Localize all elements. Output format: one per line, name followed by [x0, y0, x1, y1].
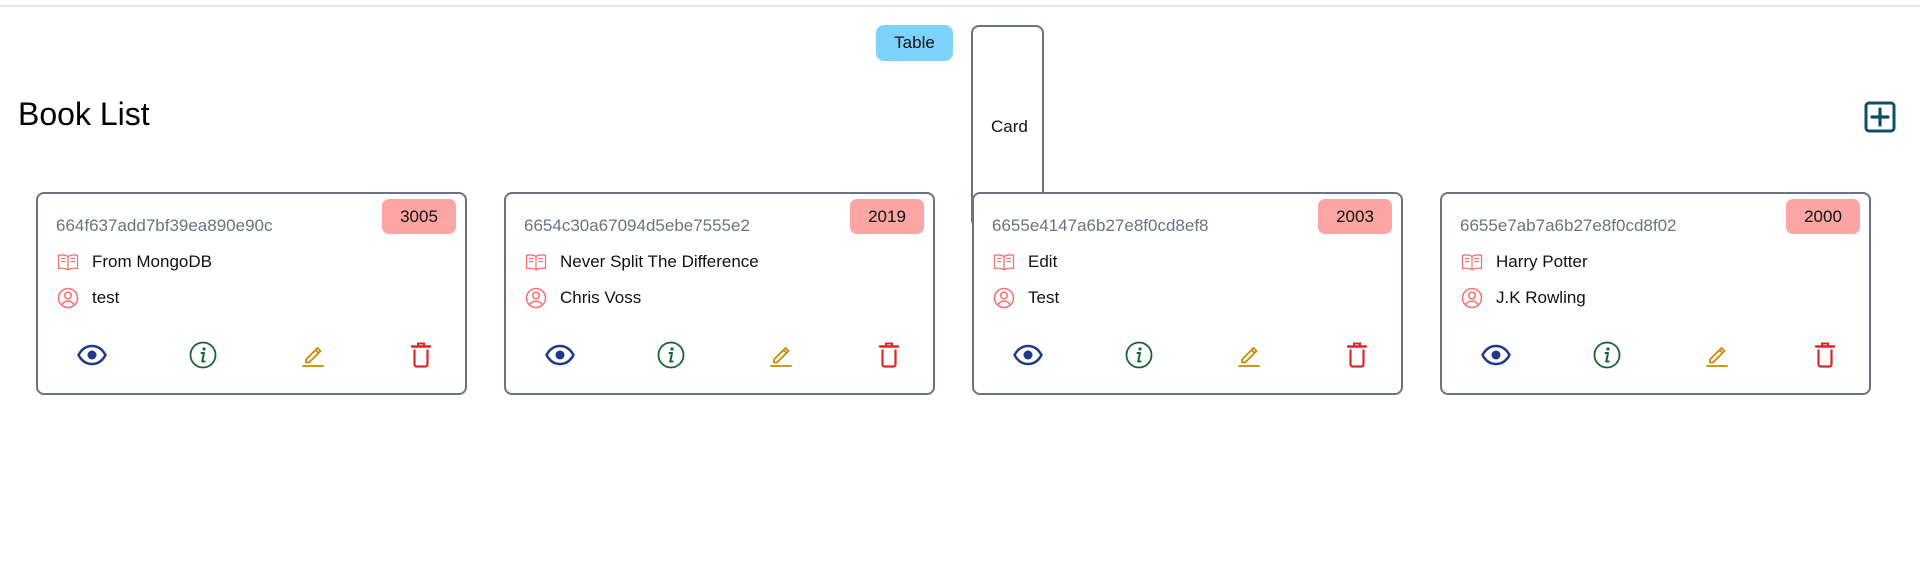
delete-book-button[interactable] [1341, 339, 1373, 371]
top-divider [0, 5, 1920, 7]
book-card: 3005 664f637add7bf39ea890e90c From Mongo… [36, 192, 467, 395]
edit-book-button[interactable] [297, 339, 329, 371]
eye-icon [1013, 344, 1043, 366]
delete-book-button[interactable] [405, 339, 437, 371]
user-circle-icon [524, 286, 548, 310]
delete-book-button[interactable] [1809, 339, 1841, 371]
table-view-button[interactable]: Table [876, 25, 953, 61]
show-book-button[interactable] [76, 339, 108, 371]
book-title: Harry Potter [1496, 252, 1588, 271]
pencil-icon [770, 347, 792, 367]
eye-icon [545, 344, 575, 366]
book-title: From MongoDB [92, 252, 212, 271]
author-row: test [56, 286, 119, 310]
book-title: Never Split The Difference [560, 252, 759, 271]
title-row: Harry Potter [1460, 250, 1588, 274]
user-circle-icon [992, 286, 1016, 310]
page-title: Book List [18, 96, 150, 132]
pencil-icon [1238, 347, 1260, 367]
show-book-button[interactable] [1012, 339, 1044, 371]
user-circle-icon [1460, 286, 1484, 310]
title-row: Never Split The Difference [524, 250, 759, 274]
author-row: Test [992, 286, 1059, 310]
title-row: From MongoDB [56, 250, 212, 274]
pencil-icon [1706, 347, 1728, 367]
info-book-button[interactable] [1591, 339, 1623, 371]
book-id: 6655e4147a6b27e8f0cd8ef8 [992, 216, 1209, 235]
book-author: J.K Rowling [1496, 288, 1586, 307]
open-book-icon [1460, 250, 1484, 274]
book-card: 2019 6654c30a67094d5ebe7555e2 Never Spli… [504, 192, 935, 395]
show-book-button[interactable] [544, 339, 576, 371]
book-id: 6655e7ab7a6b27e8f0cd8f02 [1460, 216, 1677, 235]
edit-book-button[interactable] [765, 339, 797, 371]
book-author: Chris Voss [560, 288, 642, 307]
year-badge: 2019 [850, 199, 924, 234]
user-circle-icon [56, 286, 80, 310]
open-book-icon [992, 250, 1016, 274]
info-book-button[interactable] [655, 339, 687, 371]
author-row: Chris Voss [524, 286, 641, 310]
info-circle-icon [189, 341, 217, 369]
year-badge: 2000 [1786, 199, 1860, 234]
trash-icon [878, 342, 900, 368]
eye-icon [77, 344, 107, 366]
book-author: Test [1028, 288, 1060, 307]
edit-book-button[interactable] [1233, 339, 1265, 371]
year-badge: 2003 [1318, 199, 1392, 234]
trash-icon [1346, 342, 1368, 368]
open-book-icon [56, 250, 80, 274]
eye-icon [1481, 344, 1511, 366]
book-id: 6654c30a67094d5ebe7555e2 [524, 216, 750, 235]
card-actions [1442, 339, 1869, 371]
delete-book-button[interactable] [873, 339, 905, 371]
info-book-button[interactable] [187, 339, 219, 371]
plus-square-icon [1864, 101, 1896, 133]
book-card: 2000 6655e7ab7a6b27e8f0cd8f02 Harry Pott… [1440, 192, 1871, 395]
book-id: 664f637add7bf39ea890e90c [56, 216, 273, 235]
pencil-icon [302, 347, 324, 367]
title-row: Edit [992, 250, 1057, 274]
card-actions [974, 339, 1401, 371]
info-circle-icon [657, 341, 685, 369]
trash-icon [1814, 342, 1836, 368]
book-card: 2003 6655e4147a6b27e8f0cd8ef8 Edit Test [972, 192, 1403, 395]
trash-icon [410, 342, 432, 368]
edit-book-button[interactable] [1701, 339, 1733, 371]
book-author: test [92, 288, 120, 307]
book-card-list: 3005 664f637add7bf39ea890e90c From Mongo… [36, 192, 1871, 395]
card-actions [38, 339, 465, 371]
info-circle-icon [1125, 341, 1153, 369]
author-row: J.K Rowling [1460, 286, 1586, 310]
year-badge: 3005 [382, 199, 456, 234]
open-book-icon [524, 250, 548, 274]
info-circle-icon [1593, 341, 1621, 369]
book-title: Edit [1028, 252, 1058, 271]
card-actions [506, 339, 933, 371]
info-book-button[interactable] [1123, 339, 1155, 371]
show-book-button[interactable] [1480, 339, 1512, 371]
add-book-button[interactable] [1864, 101, 1896, 133]
